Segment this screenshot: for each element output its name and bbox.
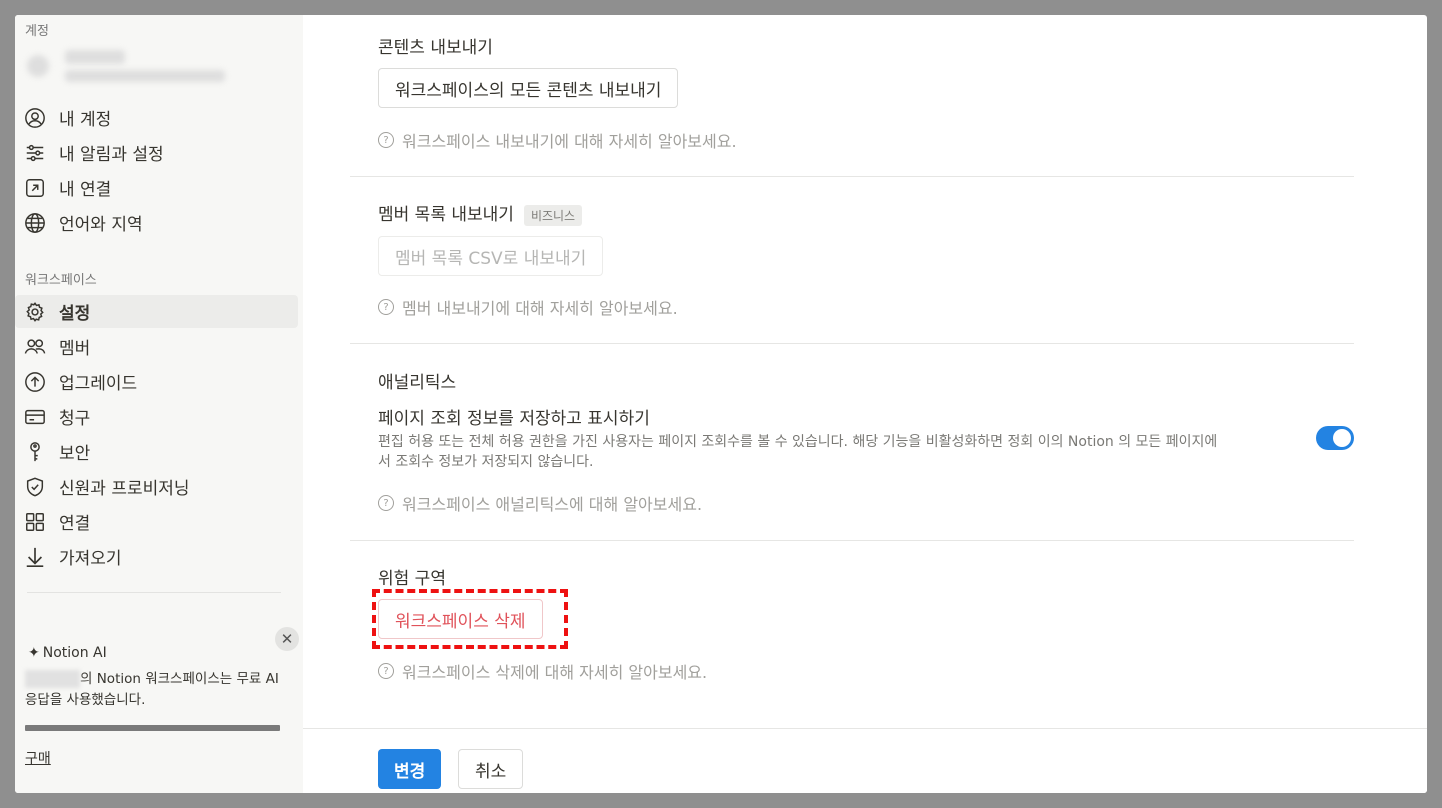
delete-workspace-button[interactable]: 워크스페이스 삭제	[378, 599, 543, 639]
footer-bar: 변경 취소	[303, 728, 1427, 793]
export-members-csv-button[interactable]: 멤버 목록 CSV로 내보내기	[378, 236, 604, 276]
upgrade-icon	[23, 370, 47, 394]
export-help[interactable]: ? 워크스페이스 내보내기에 대해 자세히 알아보세요.	[378, 128, 737, 152]
sparkle-icon: ✦	[28, 645, 40, 661]
workspace-section-title: 워크스페이스	[25, 273, 97, 288]
sidebar-item-label: 가져오기	[59, 549, 122, 569]
export-all-button[interactable]: 워크스페이스의 모든 콘텐츠 내보내기	[378, 68, 679, 108]
sidebar-divider	[27, 592, 281, 593]
sidebar-item-label: 업그레이드	[59, 374, 138, 394]
export-title: 콘텐츠 내보내기	[378, 38, 493, 58]
external-link-icon	[23, 176, 47, 200]
credit-card-icon	[23, 405, 47, 429]
sidebar-item-label: 내 알림과 설정	[59, 145, 164, 165]
analytics-help[interactable]: ? 워크스페이스 애널리틱스에 대해 알아보세요.	[378, 491, 702, 515]
buy-link[interactable]: 구매	[25, 748, 51, 768]
sidebar-item-label: 언어와 지역	[59, 215, 143, 235]
sidebar-item-members[interactable]: 멤버	[15, 330, 298, 363]
delete-help[interactable]: ? 워크스페이스 삭제에 대해 자세히 알아보세요.	[378, 659, 707, 683]
business-badge: 비즈니스	[523, 204, 583, 226]
sidebar-item-connections[interactable]: 연결	[15, 505, 298, 538]
analytics-title: 애널리틱스	[378, 373, 457, 393]
sidebar-item-label: 연결	[59, 514, 91, 534]
redacted-name	[25, 670, 80, 688]
sidebar-item-settings[interactable]: 설정	[15, 295, 298, 328]
sidebar-item-my-account[interactable]: 내 계정	[15, 101, 298, 134]
danger-zone-title: 위험 구역	[378, 569, 446, 589]
divider	[350, 176, 1354, 177]
divider	[350, 540, 1354, 541]
close-icon[interactable]: ✕	[275, 627, 299, 651]
sidebar-item-upgrade[interactable]: 업그레이드	[15, 365, 298, 398]
page-views-description: 편집 허용 또는 전체 허용 권한을 가진 사용자는 페이지 조회수를 볼 수 …	[378, 434, 1218, 470]
sliders-icon	[23, 141, 47, 165]
sidebar-item-notifications[interactable]: 내 알림과 설정	[15, 136, 298, 169]
question-icon: ?	[378, 495, 394, 511]
sidebar-item-import[interactable]: 가져오기	[15, 540, 298, 573]
sidebar-item-label: 설정	[59, 304, 91, 324]
members-export-title: 멤버 목록 내보내기 비즈니스	[378, 200, 583, 226]
globe-icon	[23, 211, 47, 235]
settings-sidebar: 계정 내 계정 내 알림과 설정 내 연결 언어와 지역 워크스페이스 설정 멤…	[15, 15, 303, 793]
save-button[interactable]: 변경	[378, 749, 442, 789]
ai-usage-text: 의 Notion 워크스페이스는 무료 AI 응답을 사용했습니다.	[25, 670, 279, 708]
people-icon	[23, 335, 47, 359]
sidebar-item-billing[interactable]: 청구	[15, 400, 298, 433]
sidebar-item-label: 내 계정	[59, 110, 112, 130]
sidebar-item-label: 신원과 프로비저닝	[59, 479, 190, 499]
download-icon	[23, 545, 47, 569]
settings-modal: 계정 내 계정 내 알림과 설정 내 연결 언어와 지역 워크스페이스 설정 멤…	[15, 15, 1427, 793]
sidebar-item-label: 내 연결	[59, 180, 112, 200]
page-views-setting-title: 페이지 조회 정보를 저장하고 표시하기	[378, 409, 650, 429]
user-profile[interactable]	[25, 45, 295, 100]
sidebar-item-security[interactable]: 보안	[15, 435, 298, 468]
sidebar-item-label: 보안	[59, 444, 91, 464]
ai-usage-bar	[25, 725, 280, 731]
sidebar-item-language[interactable]: 언어와 지역	[15, 206, 298, 239]
members-help[interactable]: ? 멤버 내보내기에 대해 자세히 알아보세요.	[378, 295, 678, 319]
cancel-button[interactable]: 취소	[458, 749, 524, 789]
settings-content: 콘텐츠 내보내기 워크스페이스의 모든 콘텐츠 내보내기 ? 워크스페이스 내보…	[303, 15, 1427, 793]
sidebar-item-label: 멤버	[59, 339, 91, 359]
ai-title: ✦ Notion AI	[28, 645, 107, 661]
account-section-title: 계정	[25, 24, 49, 39]
question-icon: ?	[378, 299, 394, 315]
user-circle-icon	[23, 106, 47, 130]
grid-icon	[23, 510, 47, 534]
key-icon	[23, 440, 47, 464]
gear-icon	[23, 300, 47, 324]
question-icon: ?	[378, 663, 394, 679]
shield-icon	[23, 475, 47, 499]
sidebar-item-my-connections[interactable]: 내 연결	[15, 171, 298, 204]
sidebar-item-identity[interactable]: 신원과 프로비저닝	[15, 470, 298, 503]
question-icon: ?	[378, 132, 394, 148]
sidebar-item-label: 청구	[59, 409, 91, 429]
page-views-toggle[interactable]	[1316, 426, 1354, 450]
divider	[350, 343, 1354, 344]
